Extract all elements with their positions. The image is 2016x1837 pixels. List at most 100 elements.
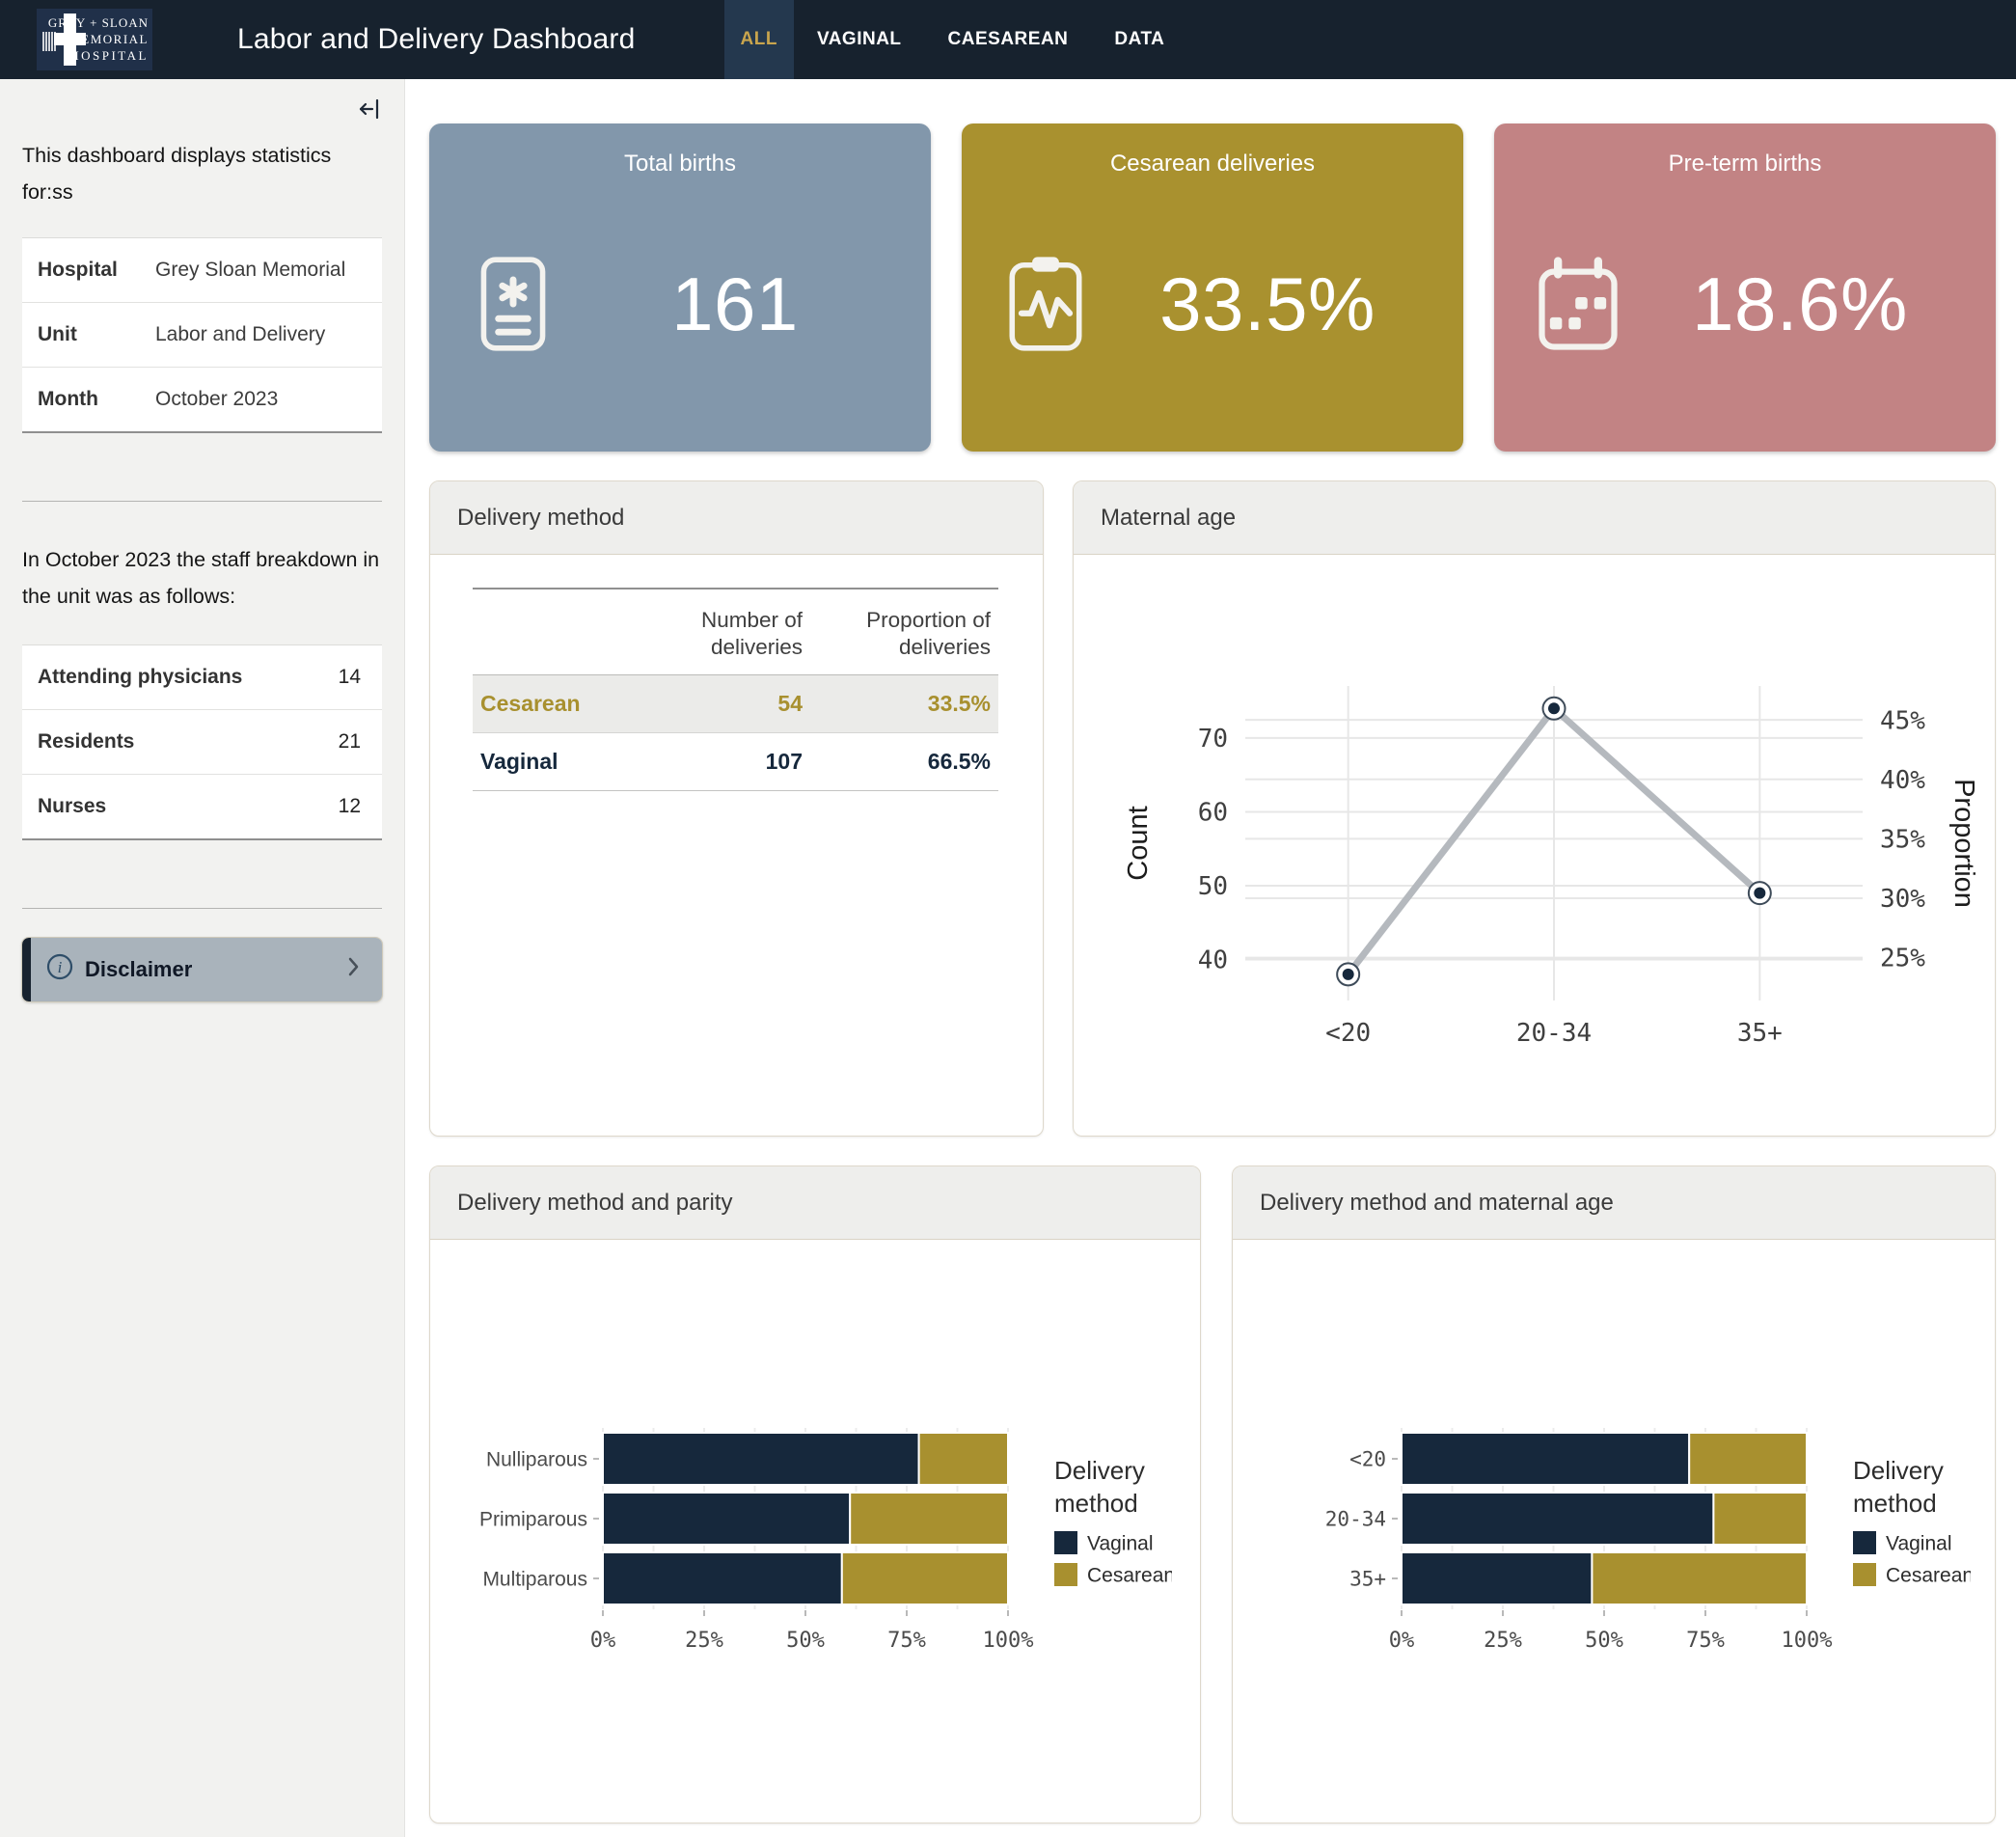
svg-text:100%: 100% — [983, 1629, 1034, 1653]
svg-text:Count: Count — [1123, 806, 1154, 880]
staff-table: Attending physicians 14 Residents 21 Nur… — [22, 644, 382, 840]
row-label: Vaginal — [480, 749, 634, 775]
delivery-method-table: Number of deliveries Proportion of deliv… — [473, 588, 998, 791]
info-value: Grey Sloan Memorial — [155, 259, 345, 282]
svg-text:Nulliparous: Nulliparous — [486, 1448, 587, 1470]
svg-text:Delivery: Delivery — [1054, 1456, 1145, 1485]
card-title: Maternal age — [1074, 481, 1995, 555]
disclaimer-button[interactable]: i Disclaimer — [22, 938, 382, 1001]
value-box-row: Total births 161 — [429, 123, 1996, 452]
row-proportion: 33.5% — [803, 691, 991, 717]
info-label: Unit — [38, 323, 155, 346]
staff-count: 14 — [339, 666, 367, 689]
tab-vaginal[interactable]: VAGINAL — [802, 0, 917, 79]
divider — [22, 908, 382, 909]
svg-text:Cesarean: Cesarean — [1087, 1564, 1172, 1586]
svg-text:40: 40 — [1197, 946, 1227, 975]
row-number: 107 — [634, 749, 803, 775]
svg-text:40%: 40% — [1880, 766, 1925, 795]
table-header: Number of deliveries Proportion of deliv… — [473, 588, 998, 675]
svg-text:Delivery: Delivery — [1853, 1456, 1944, 1485]
staff-label: Nurses — [38, 795, 339, 818]
svg-text:75%: 75% — [1686, 1629, 1725, 1653]
info-circle-icon: i — [46, 953, 73, 985]
value-box-title: Pre-term births — [1512, 151, 1978, 178]
svg-text:i: i — [58, 958, 63, 976]
card-title: Delivery method — [430, 481, 1043, 555]
cards-row-2: Delivery method and parity NulliparousPr… — [429, 1165, 1996, 1823]
info-label: Month — [38, 388, 155, 411]
svg-text:35+: 35+ — [1349, 1567, 1386, 1590]
svg-text:20-34: 20-34 — [1515, 1019, 1591, 1048]
sidebar-intro-text: This dashboard displays statistics for:s… — [22, 138, 382, 210]
svg-text:25%: 25% — [1880, 945, 1925, 973]
table-row: Attending physicians 14 — [22, 645, 382, 710]
logo-line3: HOSPITAL — [69, 48, 149, 63]
col-header-proportion: Proportion of deliveries — [803, 607, 991, 661]
logo-line1: GREY + SLOAN — [48, 15, 149, 30]
value-box-cesarean: Cesarean deliveries 33.5% — [962, 123, 1463, 452]
staff-label: Residents — [38, 730, 339, 754]
sidebar: This dashboard displays statistics for:s… — [0, 79, 405, 1837]
svg-text:<20: <20 — [1325, 1019, 1371, 1048]
dm-maternal-age-card: Delivery method and maternal age <20 20-3… — [1232, 1165, 1996, 1823]
staff-intro-text: In October 2023 the staff breakdown in t… — [22, 542, 382, 615]
card-title: Delivery method and parity — [430, 1166, 1200, 1240]
svg-text:75%: 75% — [887, 1629, 926, 1653]
clipboard-pulse-icon — [1002, 256, 1089, 352]
svg-text:60: 60 — [1197, 799, 1227, 828]
value-box-preterm: Pre-term births 18.6 — [1494, 123, 1996, 452]
tab-all[interactable]: ALL — [724, 0, 794, 79]
maternal-age-card: Maternal age 4050607025%30%35%40%45%<202… — [1073, 480, 1996, 1137]
svg-text:Vaginal: Vaginal — [1087, 1532, 1154, 1554]
svg-text:50: 50 — [1197, 872, 1227, 901]
main-content: Total births 161 — [405, 79, 2016, 1837]
row-label: Cesarean — [480, 691, 634, 717]
page-title: Labor and Delivery Dashboard — [237, 23, 636, 56]
svg-text:0%: 0% — [1389, 1629, 1415, 1653]
unit-info-table: Hospital Grey Sloan Memorial Unit Labor … — [22, 237, 382, 433]
svg-text:25%: 25% — [685, 1629, 723, 1653]
value-box-title: Cesarean deliveries — [979, 151, 1446, 178]
svg-text:50%: 50% — [786, 1629, 825, 1653]
table-row: Residents 21 — [22, 710, 382, 775]
staff-count: 21 — [339, 730, 367, 754]
value-box-title: Total births — [447, 151, 913, 178]
svg-text:50%: 50% — [1585, 1629, 1623, 1653]
table-row: Hospital Grey Sloan Memorial — [22, 238, 382, 303]
delivery-method-card: Delivery method Number of deliveries Pro… — [429, 480, 1044, 1137]
row-number: 54 — [634, 691, 803, 717]
disclaimer-label: Disclaimer — [85, 957, 192, 982]
col-header-number: Number of deliveries — [634, 607, 803, 661]
svg-text:20-34: 20-34 — [1325, 1507, 1386, 1530]
svg-text:<20: <20 — [1349, 1447, 1386, 1470]
svg-text:0%: 0% — [590, 1629, 616, 1653]
sidebar-collapse-icon[interactable] — [357, 96, 382, 126]
value-box-value: 18.6% — [1621, 260, 1978, 348]
hospital-logo: GREY + SLOAN MEMORIAL HOSPITAL — [37, 9, 152, 70]
svg-text:35%: 35% — [1880, 826, 1925, 855]
value-box-total-births: Total births 161 — [429, 123, 931, 452]
svg-text:35+: 35+ — [1736, 1019, 1782, 1048]
parity-chart: NulliparousPrimiparousMultiparous0%25%50… — [458, 1423, 1172, 1713]
svg-text:25%: 25% — [1484, 1629, 1522, 1653]
calendar-icon — [1535, 256, 1621, 352]
tab-data[interactable]: DATA — [1099, 0, 1180, 79]
staff-label: Attending physicians — [38, 666, 339, 689]
logo-line2: MEMORIAL — [68, 32, 149, 46]
cards-row-1: Delivery method Number of deliveries Pro… — [429, 480, 1996, 1137]
tab-caesarean[interactable]: CAESAREAN — [933, 0, 1084, 79]
svg-text:Multiparous: Multiparous — [482, 1568, 587, 1590]
value-box-value: 161 — [557, 260, 913, 348]
staff-count: 12 — [339, 795, 367, 818]
table-row-vaginal: Vaginal 107 66.5% — [473, 733, 998, 791]
nav-tabs: ALL VAGINAL CAESAREAN DATA — [724, 0, 1188, 79]
svg-text:70: 70 — [1197, 725, 1227, 754]
svg-text:Proportion: Proportion — [1948, 779, 1978, 908]
divider — [22, 501, 382, 502]
maternal-age-chart: 4050607025%30%35%40%45%<2020-3435+CountP… — [1091, 578, 1978, 1099]
table-row-cesarean: Cesarean 54 33.5% — [473, 675, 998, 733]
file-medical-icon — [470, 256, 557, 352]
svg-text:100%: 100% — [1782, 1629, 1833, 1653]
card-title: Delivery method and maternal age — [1233, 1166, 1995, 1240]
